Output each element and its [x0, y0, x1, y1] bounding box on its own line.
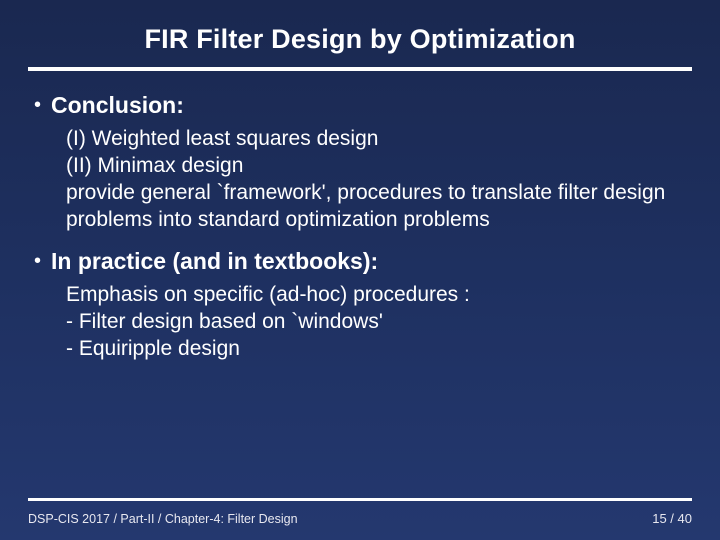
- footer-line: DSP-CIS 2017 / Part-II / Chapter-4: Filt…: [28, 511, 692, 526]
- bullet-1-line-1: (I) Weighted least squares design: [66, 125, 688, 152]
- bullet-block-1: • Conclusion: (I) Weighted least squares…: [32, 91, 688, 233]
- bullet-1: • Conclusion:: [32, 91, 688, 119]
- bullet-dot-icon: •: [34, 91, 41, 119]
- bullet-1-line-3: provide general `framework', procedures …: [66, 179, 688, 233]
- bullet-dot-icon: •: [34, 247, 41, 275]
- bullet-2-line-3: - Equiripple design: [66, 335, 688, 362]
- bullet-1-head: Conclusion:: [51, 91, 184, 119]
- page-number: 15 / 40: [652, 511, 692, 526]
- bullet-2-line-1: Emphasis on specific (ad-hoc) procedures…: [66, 281, 688, 308]
- bullet-2: • In practice (and in textbooks):: [32, 247, 688, 275]
- footer-divider: [28, 498, 692, 501]
- slide-footer: DSP-CIS 2017 / Part-II / Chapter-4: Filt…: [0, 498, 720, 540]
- bullet-2-head: In practice (and in textbooks):: [51, 247, 378, 275]
- title-divider: [28, 67, 692, 71]
- footer-left-text: DSP-CIS 2017 / Part-II / Chapter-4: Filt…: [28, 512, 298, 526]
- bullet-1-line-2: (II) Minimax design: [66, 152, 688, 179]
- bullet-2-line-2: - Filter design based on `windows': [66, 308, 688, 335]
- slide-title: FIR Filter Design by Optimization: [28, 24, 692, 55]
- bullet-block-2: • In practice (and in textbooks): Emphas…: [32, 247, 688, 362]
- slide-content: • Conclusion: (I) Weighted least squares…: [28, 91, 692, 540]
- slide: FIR Filter Design by Optimization • Conc…: [0, 0, 720, 540]
